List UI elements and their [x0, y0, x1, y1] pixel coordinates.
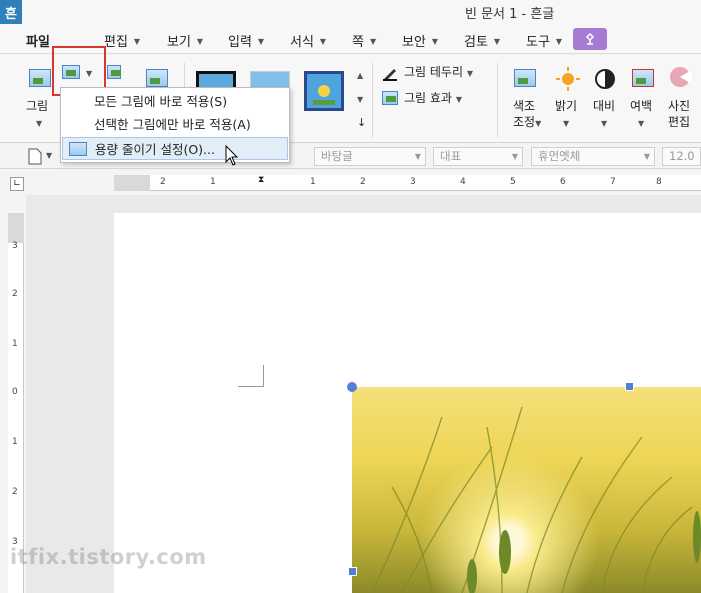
tulip-icon: [585, 32, 595, 45]
insert-picture-icon[interactable]: [29, 69, 51, 87]
text-area-corner-mark: [238, 365, 264, 387]
menu-edit[interactable]: 편집 ▼: [104, 31, 140, 50]
picture-dropdown-icon[interactable]: ▼: [36, 119, 42, 128]
horizontal-ruler[interactable]: 2 1 1 2 3 4 5 6 7 8 ⧗: [114, 175, 701, 191]
picture-style-icon[interactable]: [146, 69, 168, 87]
apply-selected-picture-item[interactable]: 선택한 그림에만 바로 적용(A): [62, 113, 288, 136]
brightness-icon[interactable]: [556, 67, 580, 91]
indent-marker-icon[interactable]: ⧗: [258, 175, 264, 185]
picture-label[interactable]: 그림: [26, 99, 48, 114]
photo-edit-label-1[interactable]: 사진: [668, 99, 690, 114]
style-combo[interactable]: 바탕글 ▼: [314, 147, 426, 166]
inserted-picture[interactable]: [352, 387, 701, 593]
margin-icon[interactable]: [632, 69, 654, 87]
brightness-dropdown-icon[interactable]: ▼: [563, 119, 569, 128]
picture-effect-icon: [382, 91, 398, 105]
frame-style-blue[interactable]: [304, 71, 344, 111]
contrast-dropdown-icon[interactable]: ▼: [601, 119, 607, 128]
vertical-ruler[interactable]: 3 2 1 0 1 2 3: [8, 213, 24, 593]
color-adjust-icon[interactable]: [514, 69, 536, 87]
menu-view[interactable]: 보기 ▼: [167, 31, 203, 50]
contrast-label[interactable]: 대비: [593, 99, 615, 114]
margin-label[interactable]: 여백: [630, 99, 652, 114]
font-combo[interactable]: 휴먼옛체 ▼: [531, 147, 655, 166]
menu-file[interactable]: 파일: [26, 31, 50, 50]
wheat-field-image: [371, 406, 701, 593]
margin-dropdown-icon[interactable]: ▼: [638, 119, 644, 128]
style-more-icon[interactable]: ↓: [357, 115, 366, 130]
window-title: 빈 문서 1 - 흔글: [465, 7, 555, 22]
menu-review[interactable]: 검토 ▼: [464, 31, 500, 50]
new-document-dropdown-icon[interactable]: ▼: [46, 151, 52, 160]
menu-page[interactable]: 쪽 ▼: [352, 31, 376, 50]
watermark: itfix.tistory.com: [10, 545, 207, 569]
compress-settings-item[interactable]: 용량 줄이기 설정(O)...: [62, 137, 288, 160]
menu-tools[interactable]: 도구 ▼: [526, 31, 562, 50]
photo-edit-label-2[interactable]: 편집: [668, 115, 690, 130]
contrast-icon[interactable]: [594, 68, 616, 90]
picture-border-button[interactable]: 그림 테두리 ▼: [404, 65, 473, 81]
new-document-icon[interactable]: [28, 148, 42, 165]
ruler-corner-button[interactable]: ∟: [10, 177, 24, 191]
pencil-icon: [383, 69, 397, 81]
font-size-combo[interactable]: 12.0: [662, 147, 701, 166]
color-adjust-label-2[interactable]: 조정▼: [513, 115, 541, 131]
flower-icon: [313, 85, 335, 105]
menu-insert[interactable]: 입력 ▼: [228, 31, 264, 50]
tulip-button[interactable]: [573, 28, 607, 50]
style-scroll-up-icon[interactable]: ▲: [357, 71, 363, 80]
brightness-label[interactable]: 밝기: [555, 99, 577, 114]
resize-handle-left[interactable]: [348, 567, 357, 576]
resize-handle-top[interactable]: [625, 382, 634, 391]
photo-edit-icon[interactable]: [668, 65, 692, 89]
picture-effect-button[interactable]: 그림 효과 ▼: [404, 91, 462, 107]
picture-reset-icon[interactable]: [107, 65, 121, 79]
color-adjust-label-1[interactable]: 색조: [513, 99, 535, 114]
rotate-handle[interactable]: [347, 382, 357, 392]
menu-format[interactable]: 서식 ▼: [290, 31, 326, 50]
title-bar: 흔 빈 문서 1 - 흔글: [0, 0, 701, 24]
apply-all-pictures-item[interactable]: 모든 그림에 바로 적용(S): [62, 90, 288, 113]
compress-picture-menu: 모든 그림에 바로 적용(S) 선택한 그림에만 바로 적용(A) 용량 줄이기…: [60, 87, 290, 163]
compress-settings-icon: [69, 142, 87, 156]
mouse-cursor-icon: [225, 145, 239, 166]
style-scroll-down-icon[interactable]: ▼: [357, 95, 363, 104]
menu-security[interactable]: 보안 ▼: [402, 31, 438, 50]
app-logo-icon[interactable]: 흔: [0, 0, 22, 24]
language-combo[interactable]: 대표 ▼: [433, 147, 523, 166]
